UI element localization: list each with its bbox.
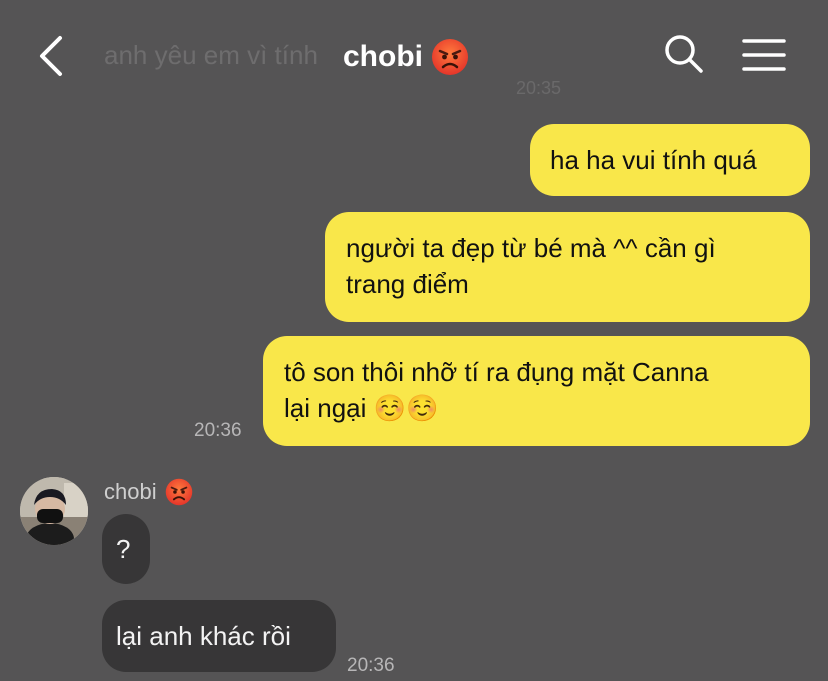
chat-header: anh yêu em vì tính 20:35 chobi <box>0 0 828 110</box>
chat-title: chobi <box>343 38 469 76</box>
message-text: ? <box>116 534 131 564</box>
hamburger-menu-icon <box>742 39 786 71</box>
sender-name: chobi <box>104 478 193 506</box>
search-button[interactable] <box>664 34 704 74</box>
scrolled-message-time: 20:35 <box>516 78 562 98</box>
outgoing-message-time: 20:36 <box>194 420 242 441</box>
message-text: lại anh khác rồi <box>116 621 291 651</box>
scrolled-message-text: anh yêu em vì tính <box>104 40 318 70</box>
message-text-line: người ta đẹp từ bé mà ^^ cần gì <box>346 233 716 263</box>
chat-title-text: chobi <box>343 40 423 73</box>
sender-name-text: chobi <box>104 479 157 504</box>
menu-button[interactable] <box>742 38 786 72</box>
message-text-line: trang điểm <box>346 269 469 299</box>
avatar[interactable] <box>20 477 88 545</box>
chevron-left-icon <box>40 36 62 76</box>
back-button[interactable] <box>34 34 74 78</box>
angry-face-icon <box>432 39 468 75</box>
angry-face-icon <box>165 478 192 506</box>
incoming-message-bubble[interactable]: lại anh khác rồi <box>102 600 336 672</box>
message-text: ha ha vui tính quá <box>550 145 757 175</box>
incoming-message-time: 20:36 <box>347 655 395 676</box>
outgoing-message-bubble[interactable]: ha ha vui tính quá <box>530 124 810 196</box>
outgoing-message-bubble[interactable]: tô son thôi nhỡ tí ra đụng mặt Canna lại… <box>263 336 810 446</box>
search-icon <box>665 35 703 73</box>
message-text-line: tô son thôi nhỡ tí ra đụng mặt Canna <box>284 357 709 387</box>
incoming-message-bubble[interactable]: ? <box>102 514 150 584</box>
outgoing-message-bubble[interactable]: người ta đẹp từ bé mà ^^ cần gì trang đi… <box>325 212 810 322</box>
profile-photo-icon <box>20 477 88 545</box>
message-text-line: lại ngại ☺️☺️ <box>284 393 439 423</box>
